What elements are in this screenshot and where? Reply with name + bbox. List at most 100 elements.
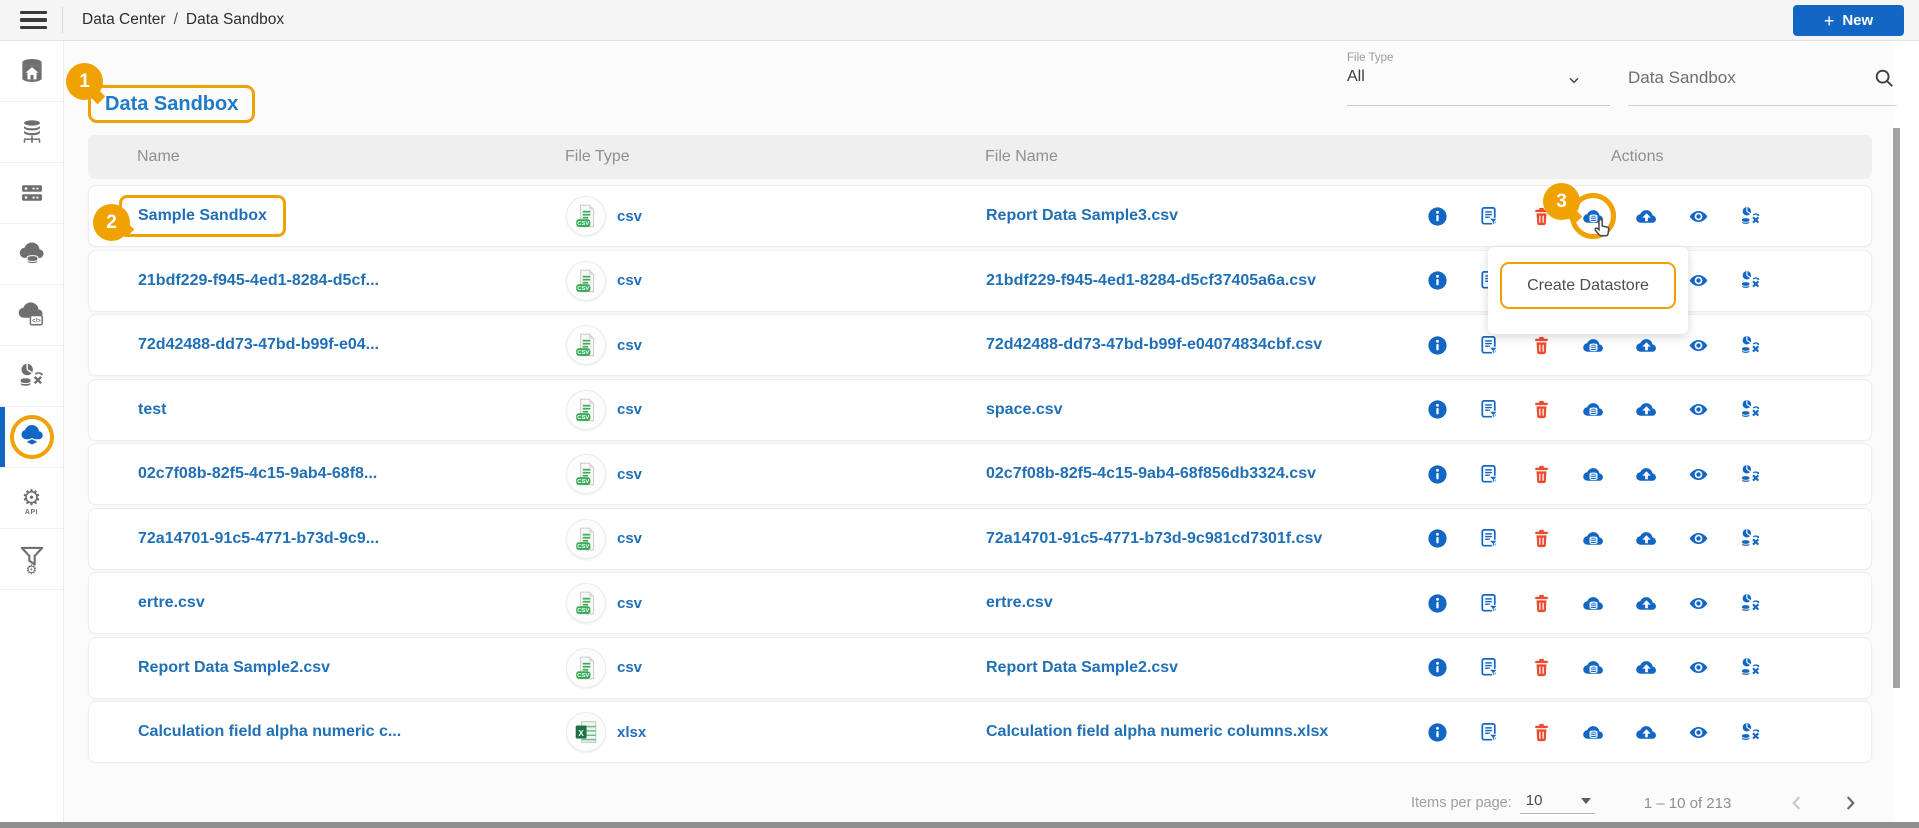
- delete-icon[interactable]: [1530, 656, 1554, 680]
- hamburger-menu-icon[interactable]: [20, 11, 47, 29]
- active-indicator-bar: [0, 407, 5, 467]
- info-icon[interactable]: [1425, 398, 1449, 422]
- info-icon[interactable]: [1425, 656, 1449, 680]
- breadcrumb-data-center[interactable]: Data Center: [82, 11, 166, 29]
- create-datastore-icon[interactable]: [1582, 591, 1606, 615]
- copy-filter-icon[interactable]: [1477, 204, 1501, 228]
- upload-icon[interactable]: [1634, 333, 1658, 357]
- new-button[interactable]: + New: [1793, 5, 1904, 36]
- file-name-link[interactable]: Report Data Sample3.csv: [986, 207, 1178, 224]
- remove-datastore-icon[interactable]: [1739, 656, 1763, 680]
- upload-icon[interactable]: [1634, 591, 1658, 615]
- delete-icon[interactable]: [1530, 333, 1554, 357]
- sidebar-item-cloud-code[interactable]: </>: [0, 285, 63, 346]
- copy-filter-icon[interactable]: [1477, 462, 1501, 486]
- preview-icon[interactable]: [1687, 656, 1711, 680]
- sidebar-item-cloud-database[interactable]: [0, 224, 63, 285]
- sandbox-name-link[interactable]: Sample Sandbox: [138, 207, 267, 224]
- preview-icon[interactable]: [1687, 333, 1711, 357]
- sidebar-item-data-sync[interactable]: [0, 346, 63, 407]
- delete-icon[interactable]: [1530, 720, 1554, 744]
- file-name-link[interactable]: 72a14701-91c5-4771-b73d-9c981cd7301f.csv: [986, 530, 1322, 547]
- info-icon[interactable]: [1425, 720, 1449, 744]
- search-icon[interactable]: [1873, 67, 1895, 89]
- file-name-link[interactable]: 72d42488-dd73-47bd-b99f-e04074834cbf.csv: [986, 336, 1322, 353]
- create-datastore-icon[interactable]: [1582, 398, 1606, 422]
- delete-icon[interactable]: [1530, 527, 1554, 551]
- preview-icon[interactable]: [1687, 591, 1711, 615]
- copy-filter-icon[interactable]: [1477, 591, 1501, 615]
- remove-datastore-icon[interactable]: [1739, 720, 1763, 744]
- copy-filter-icon[interactable]: [1477, 656, 1501, 680]
- file-name-link[interactable]: Calculation field alpha numeric columns.…: [986, 723, 1328, 740]
- info-icon[interactable]: [1425, 269, 1449, 293]
- create-datastore-icon[interactable]: [1582, 720, 1606, 744]
- sidebar-item-api[interactable]: ⚙ API: [0, 468, 63, 529]
- preview-icon[interactable]: [1687, 398, 1711, 422]
- next-page-icon[interactable]: [1839, 792, 1861, 814]
- upload-icon[interactable]: [1634, 656, 1658, 680]
- breadcrumb-separator: /: [173, 11, 178, 28]
- previous-page-icon[interactable]: [1786, 792, 1808, 814]
- remove-datastore-icon[interactable]: [1739, 269, 1763, 293]
- sandbox-name-link[interactable]: Report Data Sample2.csv: [138, 659, 330, 676]
- sidebar-item-server-racks[interactable]: [0, 163, 63, 224]
- info-icon[interactable]: [1425, 204, 1449, 228]
- remove-datastore-icon[interactable]: [1739, 591, 1763, 615]
- file-name-link[interactable]: space.csv: [986, 401, 1063, 418]
- sidebar-item-funnel-settings[interactable]: ⚙: [0, 529, 63, 590]
- copy-filter-icon[interactable]: [1477, 398, 1501, 422]
- copy-filter-icon[interactable]: [1477, 527, 1501, 551]
- pagination-range: 1 – 10 of 213: [1643, 794, 1732, 812]
- remove-datastore-icon[interactable]: [1739, 462, 1763, 486]
- remove-datastore-icon[interactable]: [1739, 398, 1763, 422]
- svg-text:CSV: CSV: [577, 608, 589, 614]
- remove-datastore-icon[interactable]: [1739, 333, 1763, 357]
- sandbox-name-link[interactable]: 02c7f08b-82f5-4c15-9ab4-68f8...: [138, 465, 377, 482]
- preview-icon[interactable]: [1687, 269, 1711, 293]
- breadcrumb-data-sandbox[interactable]: Data Sandbox: [186, 11, 284, 29]
- copy-filter-icon[interactable]: [1477, 720, 1501, 744]
- file-name-link[interactable]: 02c7f08b-82f5-4c15-9ab4-68f856db3324.csv: [986, 465, 1316, 482]
- vertical-scrollbar[interactable]: [1893, 128, 1900, 688]
- delete-icon[interactable]: [1530, 462, 1554, 486]
- file-name-link[interactable]: 21bdf229-f945-4ed1-8284-d5cf37405a6a.csv: [986, 272, 1316, 289]
- file-name-link[interactable]: Report Data Sample2.csv: [986, 659, 1178, 676]
- sandbox-name-link[interactable]: test: [138, 401, 166, 418]
- upload-icon[interactable]: [1634, 720, 1658, 744]
- sidebar-item-database-network[interactable]: [0, 102, 63, 163]
- upload-icon[interactable]: [1634, 398, 1658, 422]
- delete-icon[interactable]: [1530, 398, 1554, 422]
- file-name-link[interactable]: ertre.csv: [986, 594, 1053, 611]
- info-icon[interactable]: [1425, 333, 1449, 357]
- remove-datastore-icon[interactable]: [1739, 204, 1763, 228]
- sidebar-item-datacenter-home[interactable]: [0, 41, 63, 102]
- delete-icon[interactable]: [1530, 591, 1554, 615]
- sandbox-name-link[interactable]: Calculation field alpha numeric c...: [138, 723, 401, 740]
- create-datastore-icon[interactable]: [1582, 656, 1606, 680]
- info-icon[interactable]: [1425, 462, 1449, 486]
- sidebar-item-data-sandbox[interactable]: [0, 407, 63, 468]
- sandbox-name-link[interactable]: ertre.csv: [138, 594, 205, 611]
- copy-filter-icon[interactable]: [1477, 333, 1501, 357]
- upload-icon[interactable]: [1634, 204, 1658, 228]
- info-icon[interactable]: [1425, 527, 1449, 551]
- search-input[interactable]: Data Sandbox: [1628, 57, 1897, 106]
- preview-icon[interactable]: [1687, 462, 1711, 486]
- create-datastore-icon[interactable]: [1582, 462, 1606, 486]
- preview-icon[interactable]: [1687, 527, 1711, 551]
- info-icon[interactable]: [1425, 591, 1449, 615]
- sandbox-name-link[interactable]: 72a14701-91c5-4771-b73d-9c9...: [138, 530, 379, 547]
- svg-text:</>: </>: [31, 319, 40, 325]
- create-datastore-icon[interactable]: [1582, 333, 1606, 357]
- upload-icon[interactable]: [1634, 462, 1658, 486]
- create-datastore-icon[interactable]: [1582, 527, 1606, 551]
- items-per-page-select[interactable]: 10: [1519, 792, 1595, 814]
- upload-icon[interactable]: [1634, 527, 1658, 551]
- remove-datastore-icon[interactable]: [1739, 527, 1763, 551]
- sandbox-name-link[interactable]: 72d42488-dd73-47bd-b99f-e04...: [138, 336, 379, 353]
- preview-icon[interactable]: [1687, 720, 1711, 744]
- file-type-select[interactable]: File Type All: [1347, 50, 1610, 106]
- preview-icon[interactable]: [1687, 204, 1711, 228]
- sandbox-name-link[interactable]: 21bdf229-f945-4ed1-8284-d5cf...: [138, 272, 379, 289]
